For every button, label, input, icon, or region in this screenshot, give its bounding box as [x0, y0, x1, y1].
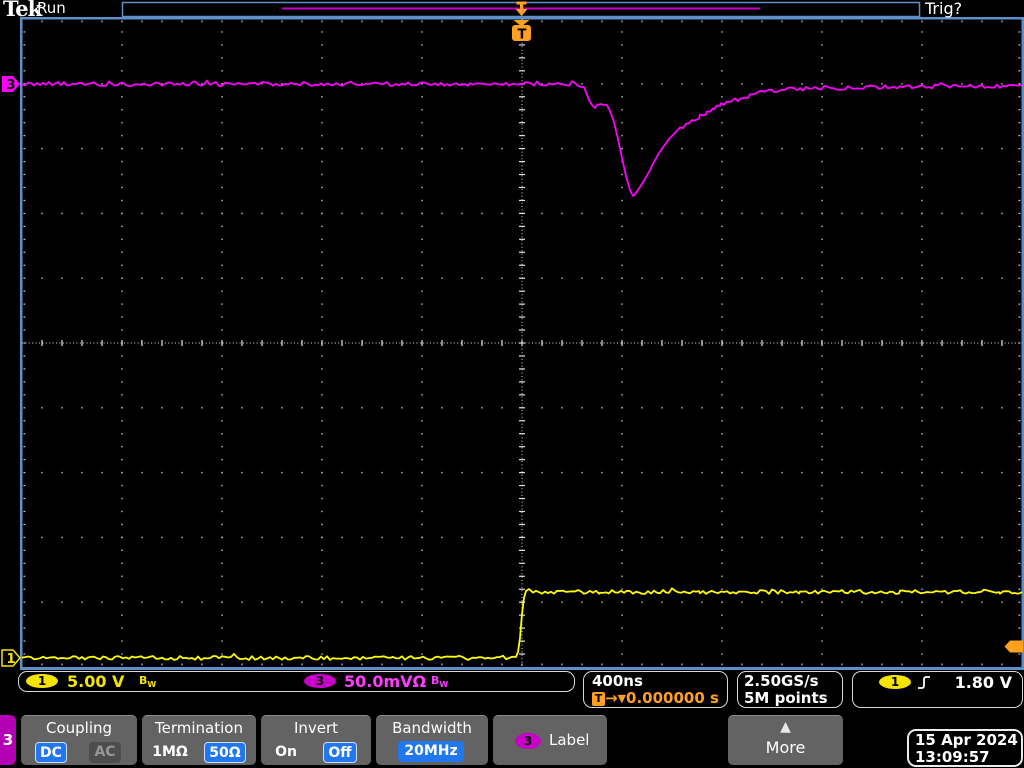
ch3-marker-label: 3: [7, 78, 16, 93]
invert-title: Invert: [293, 719, 339, 737]
termination-option-1mohm[interactable]: 1MΩ: [150, 742, 190, 763]
ch1-bandwidth-limit-icon: BW: [139, 674, 157, 690]
label-button[interactable]: 3 Label: [493, 715, 607, 765]
trigger-level-arrow-icon[interactable]: [1004, 640, 1024, 653]
more-button[interactable]: ▲ More: [728, 715, 843, 765]
invert-option-on[interactable]: On: [273, 742, 299, 763]
label-text: Label: [549, 731, 590, 749]
bandwidth-button[interactable]: Bandwidth 20MHz: [376, 715, 488, 765]
ch1-marker-label: 1: [7, 652, 16, 667]
ch1-badge: 1: [26, 674, 58, 688]
termination-title: Termination: [155, 719, 243, 737]
channel-readout-bar[interactable]: 1 5.00 V BW 3 50.0mVΩ BW: [18, 671, 575, 692]
channel-menu-tab[interactable]: 3: [0, 715, 16, 765]
ch3-bandwidth-limit-icon: BW: [431, 674, 449, 690]
waveform-traces: [21, 79, 1023, 661]
ch3-badge: 3: [304, 674, 336, 688]
ch1-scale: 5.00 V: [67, 672, 125, 691]
datetime-display: 15 Apr 2024 13:09:57: [907, 729, 1023, 767]
trigger-time-readout: T →▼0.000000 s: [592, 689, 719, 707]
trigger-status: Trig?: [925, 0, 963, 18]
more-label: More: [765, 738, 806, 757]
bandwidth-title: Bandwidth: [392, 719, 472, 737]
trigger-source-badge: 1: [879, 675, 911, 689]
timebase-scale: 400ns: [592, 672, 643, 690]
record-length: 5M points: [744, 689, 828, 707]
graticule-grid: [22, 19, 1022, 667]
trigger-t-icon: T: [592, 691, 605, 706]
invert-button[interactable]: Invert On Off: [261, 715, 371, 765]
trigger-flag-label: T: [518, 28, 527, 43]
oscilloscope-screen: T 3 1 Tek Run Trig? 1 5.00 V BW 3 50.0mV…: [0, 0, 1024, 768]
coupling-option-ac[interactable]: AC: [89, 742, 121, 763]
trigger-readout[interactable]: 1 1.80 V: [852, 671, 1023, 708]
label-channel-badge: 3: [515, 733, 541, 749]
down-arrow-icon: ▼: [617, 692, 627, 705]
trace-ch1: [21, 587, 1023, 661]
acquisition-status: Run: [37, 0, 66, 17]
ch3-scale: 50.0mVΩ: [344, 672, 427, 691]
ch3-reference-marker[interactable]: 3: [2, 76, 20, 93]
rising-edge-icon: [918, 676, 930, 689]
termination-option-50ohm[interactable]: 50Ω: [204, 742, 246, 763]
scope-graphics: T 3 1: [1, 1, 1024, 670]
more-up-arrow-icon: ▲: [780, 719, 791, 735]
invert-option-off[interactable]: Off: [323, 742, 357, 763]
tek-logo: Tek: [3, 0, 42, 21]
sample-rate: 2.50GS/s: [744, 672, 819, 690]
timebase-readout[interactable]: 400ns T →▼0.000000 s: [583, 671, 728, 708]
acquisition-readout[interactable]: 2.50GS/s 5M points: [737, 671, 843, 708]
date-text: 15 Apr 2024: [915, 731, 1018, 749]
coupling-title: Coupling: [45, 719, 113, 737]
time-text: 13:09:57: [915, 748, 990, 766]
termination-button[interactable]: Termination 1MΩ 50Ω: [142, 715, 256, 765]
bandwidth-value[interactable]: 20MHz: [398, 741, 464, 762]
trigger-position-flag[interactable]: T: [512, 20, 531, 43]
coupling-option-dc[interactable]: DC: [35, 742, 67, 763]
record-view: [121, 1, 921, 18]
ch1-reference-marker[interactable]: 1: [1, 649, 21, 667]
trigger-level: 1.80 V: [954, 673, 1012, 692]
coupling-button[interactable]: Coupling DC AC: [21, 715, 137, 765]
